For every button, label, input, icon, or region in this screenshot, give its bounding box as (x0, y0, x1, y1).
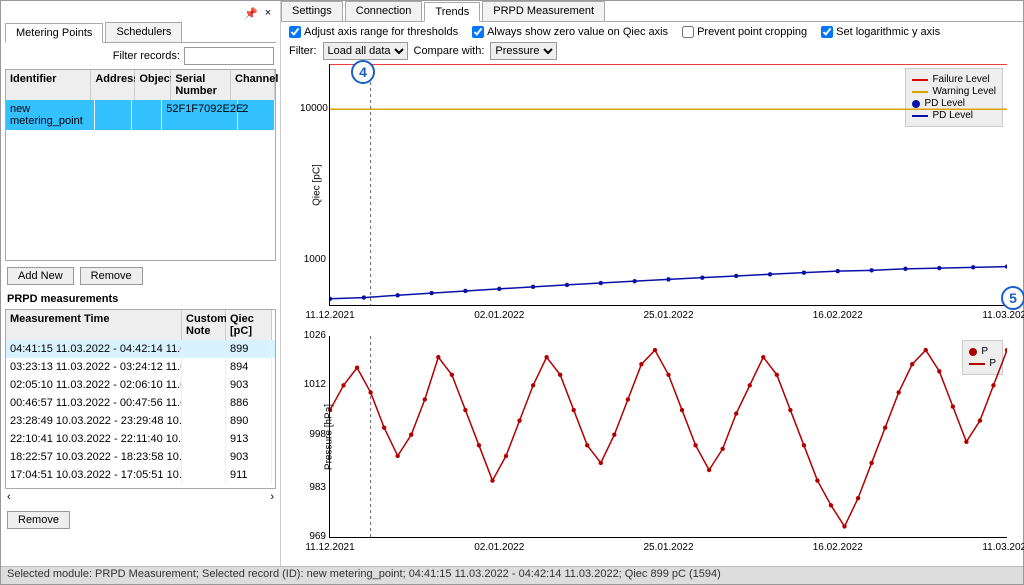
filter-records-input[interactable] (184, 47, 274, 65)
xtick: 16.02.2022 (813, 310, 863, 321)
callout-4: 4 (351, 60, 375, 84)
metering-points-table: IdentifierAddressObjectSerial NumberChan… (5, 69, 276, 261)
filter-label: Filter: (289, 45, 317, 57)
xtick: 02.01.2022 (474, 310, 524, 321)
ytick: 1012 (300, 379, 326, 390)
table-row[interactable]: 22:10:41 10.03.2022 - 22:11:40 10.03.202… (6, 430, 275, 448)
tab-trends[interactable]: Trends (424, 2, 480, 22)
charts-area: 4 5 Qiec [pC] Failure LevelWarning Level… (281, 64, 1023, 566)
pin-icon[interactable]: 📌 (244, 7, 256, 20)
table-row[interactable]: 17:04:51 10.03.2022 - 17:05:51 10.03.202… (6, 466, 275, 484)
ytick: 1000 (300, 254, 326, 265)
xtick: 11.12.2021 (305, 542, 354, 553)
tab-settings[interactable]: Settings (281, 1, 343, 21)
left-tabstrip: Metering PointsSchedulers (5, 22, 276, 43)
mp-header[interactable]: Channel (231, 70, 275, 100)
filter-records-label: Filter records: (113, 50, 180, 62)
statusbar: Selected module: PRPD Measurement; Selec… (1, 566, 1023, 584)
tab-connection[interactable]: Connection (345, 1, 423, 21)
table-row[interactable]: 02:05:10 11.03.2022 - 02:06:10 11.03.202… (6, 376, 275, 394)
meas-header[interactable]: Custom Note (182, 310, 226, 340)
table-row[interactable]: 03:23:13 11.03.2022 - 03:24:12 11.03.202… (6, 358, 275, 376)
right-tabstrip: SettingsConnectionTrendsPRPD Measurement (281, 1, 1023, 22)
meas-header[interactable]: Qiec [pC] (226, 310, 272, 340)
xtick: 16.02.2022 (813, 542, 863, 553)
meas-header[interactable]: Measurement Time (6, 310, 182, 340)
xtick: 11.03.2022 (982, 310, 1024, 321)
h-scroll-right-icon[interactable]: › (270, 491, 274, 503)
table-row[interactable]: 23:28:49 10.03.2022 - 23:29:48 10.03.202… (6, 412, 275, 430)
xtick: 11.03.2022 (982, 542, 1024, 553)
ytick: 10000 (300, 103, 326, 114)
tab-metering-points[interactable]: Metering Points (5, 23, 103, 43)
ytick: 969 (300, 531, 326, 542)
left-panel: 📌 × Metering PointsSchedulers Filter rec… (1, 1, 281, 566)
table-row[interactable]: 04:41:15 11.03.2022 - 04:42:14 11.03.202… (6, 340, 275, 358)
table-row[interactable]: new metering_point52F1F7092E2E2 (6, 100, 275, 130)
close-icon[interactable]: × (262, 7, 274, 20)
tab-schedulers[interactable]: Schedulers (105, 22, 182, 42)
ytick: 998 (300, 429, 326, 440)
prpd-section-title: PRPD measurements (5, 291, 276, 309)
remove-mp-button[interactable]: Remove (80, 267, 143, 285)
compare-label: Compare with: (414, 45, 485, 57)
option-prevent_crop[interactable]: Prevent point cropping (682, 26, 807, 38)
measurements-table: Measurement TimeCustom NoteQiec [pC] 04:… (5, 309, 276, 489)
filter-select[interactable]: Load all data (323, 42, 408, 60)
xtick: 11.12.2021 (305, 310, 354, 321)
right-panel: SettingsConnectionTrendsPRPD Measurement… (281, 1, 1023, 566)
trend-options: Adjust axis range for thresholds Always s… (281, 22, 1023, 42)
callout-5: 5 (1001, 286, 1024, 310)
xtick: 02.01.2022 (474, 542, 524, 553)
tab-prpd-measurement[interactable]: PRPD Measurement (482, 1, 605, 21)
qiec-chart[interactable]: Qiec [pC] Failure LevelWarning LevelPD L… (329, 64, 1007, 306)
qiec-ylabel: Qiec [pC] (311, 164, 322, 206)
remove-meas-button[interactable]: Remove (7, 511, 70, 529)
pressure-chart[interactable]: Pressure [hPa] PP 9699839981012102611.12… (329, 336, 1007, 538)
option-log_y[interactable]: Set logarithmic y axis (821, 26, 940, 38)
ytick: 983 (300, 482, 326, 493)
h-scroll-left-icon[interactable]: ‹ (7, 491, 11, 503)
option-show_zero[interactable]: Always show zero value on Qiec axis (472, 26, 668, 38)
mp-header[interactable]: Identifier (6, 70, 91, 100)
xtick: 25.01.2022 (643, 542, 693, 553)
mp-header[interactable]: Address (91, 70, 135, 100)
xtick: 25.01.2022 (643, 310, 693, 321)
option-adjust_axis[interactable]: Adjust axis range for thresholds (289, 26, 458, 38)
mp-header[interactable]: Object (135, 70, 171, 100)
table-row[interactable]: 00:46:57 11.03.2022 - 00:47:56 11.03.202… (6, 394, 275, 412)
ytick: 1026 (300, 330, 326, 341)
add-new-button[interactable]: Add New (7, 267, 74, 285)
compare-select[interactable]: Pressure (490, 42, 557, 60)
table-row[interactable]: 18:22:57 10.03.2022 - 18:23:58 10.03.202… (6, 448, 275, 466)
mp-header[interactable]: Serial Number (171, 70, 231, 100)
